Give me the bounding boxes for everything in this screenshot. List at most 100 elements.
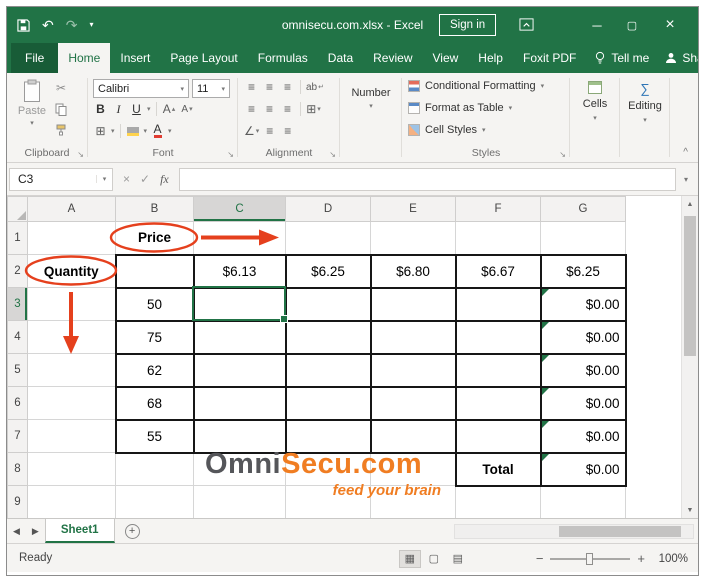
cell-a8[interactable] (27, 452, 116, 486)
cell-c4[interactable] (192, 319, 287, 355)
font-name-combobox[interactable]: Calibri ▾ (93, 79, 189, 98)
number-format-dropdown[interactable]: Number ▾ (347, 87, 395, 110)
column-header-f[interactable]: F (455, 196, 541, 222)
minimize-button[interactable]: ─ (582, 7, 612, 43)
zoom-out-button[interactable]: − (536, 551, 544, 566)
align-middle-button[interactable]: ≡ (262, 79, 277, 95)
align-left-button[interactable]: ≡ (244, 101, 259, 117)
align-right-button[interactable]: ≡ (280, 101, 295, 117)
zoom-slider-thumb[interactable] (586, 552, 594, 565)
cell-d4[interactable] (284, 319, 372, 355)
cell-f3[interactable] (454, 286, 542, 322)
styles-dialog-launcher[interactable]: ↘ (559, 150, 566, 159)
cell-b8[interactable] (115, 452, 194, 486)
cell-b5-quantity[interactable]: 62 (114, 352, 195, 388)
cell-a5[interactable] (27, 353, 116, 387)
column-header-g[interactable]: G (540, 196, 626, 222)
cell-g6-result[interactable]: $0.00 (539, 385, 627, 421)
cell-d1[interactable] (285, 221, 371, 255)
row-header-5[interactable]: 5 (7, 353, 28, 387)
cell-g3-result[interactable]: $0.00 (539, 286, 627, 322)
horizontal-scroll-thumb[interactable] (559, 526, 681, 537)
column-header-a[interactable]: A (27, 196, 116, 222)
page-layout-view-button[interactable]: ▢ (423, 550, 445, 568)
sheet-tab-sheet1[interactable]: Sheet1 (44, 519, 115, 543)
cell-e7[interactable] (369, 418, 457, 454)
cell-f2-price[interactable]: $6.67 (454, 253, 542, 289)
new-sheet-button[interactable]: + (124, 523, 140, 539)
clipboard-dialog-launcher[interactable]: ↘ (77, 150, 84, 159)
increase-indent-button[interactable]: ≡ (280, 123, 295, 139)
column-header-e[interactable]: E (370, 196, 456, 222)
row-header-3[interactable]: 3 (7, 287, 28, 321)
tab-help[interactable]: Help (468, 43, 513, 73)
copy-icon[interactable] (55, 103, 67, 116)
paste-button[interactable]: Paste ▾ (14, 79, 50, 141)
collapse-ribbon-button[interactable]: ^ (683, 147, 688, 158)
cell-g7-result[interactable]: $0.00 (539, 418, 627, 454)
orientation-button[interactable]: ∠ ▾ (244, 123, 259, 139)
alignment-dialog-launcher[interactable]: ↘ (329, 150, 336, 159)
cell-b2[interactable] (114, 253, 195, 289)
cell-e8[interactable] (370, 452, 456, 486)
borders-button[interactable]: ⊞ (93, 123, 108, 139)
horizontal-scrollbar[interactable] (454, 524, 694, 539)
save-icon[interactable] (17, 18, 30, 32)
row-header-1[interactable]: 1 (7, 221, 28, 255)
cell-e1[interactable] (370, 221, 456, 255)
cell-styles-button[interactable]: Cell Styles ▾ (408, 124, 485, 136)
normal-view-button[interactable]: ▦ (398, 549, 421, 568)
tab-data[interactable]: Data (318, 43, 363, 73)
cell-d2-price[interactable]: $6.25 (284, 253, 372, 289)
customize-qat-icon[interactable]: ▾ (89, 21, 93, 29)
cell-b6-quantity[interactable]: 68 (114, 385, 195, 421)
cell-a3[interactable] (27, 287, 116, 321)
cell-f8-total-label[interactable]: Total (454, 451, 542, 487)
cell-d7[interactable] (284, 418, 372, 454)
cell-d8[interactable] (285, 452, 371, 486)
cell-c7[interactable] (192, 418, 287, 454)
editing-button[interactable]: ∑ Editing ▾ (621, 81, 669, 124)
row-header-2[interactable]: 2 (7, 254, 28, 288)
cell-e6[interactable] (369, 385, 457, 421)
cell-a9[interactable] (27, 485, 116, 518)
tab-review[interactable]: Review (363, 43, 422, 73)
insert-function-icon[interactable]: fx (160, 172, 169, 187)
row-header-7[interactable]: 7 (7, 419, 28, 453)
tab-foxit-pdf[interactable]: Foxit PDF (513, 43, 586, 73)
wrap-text-button[interactable]: ab ↵ (306, 79, 324, 95)
cell-b7-quantity[interactable]: 55 (114, 418, 195, 454)
enter-entry-icon[interactable]: ✓ (140, 172, 150, 186)
tab-view[interactable]: View (423, 43, 469, 73)
tab-file[interactable]: File (11, 43, 59, 73)
decrease-font-size-button[interactable]: A ▾ (180, 101, 195, 117)
cell-e3[interactable] (369, 286, 457, 322)
font-dialog-launcher[interactable]: ↘ (227, 150, 234, 159)
column-header-d[interactable]: D (285, 196, 371, 222)
increase-font-size-button[interactable]: A ▴ (162, 101, 177, 117)
column-header-c[interactable]: C (193, 196, 286, 222)
format-as-table-button[interactable]: Format as Table ▾ (408, 102, 512, 114)
name-box[interactable]: C3 ▾ (9, 167, 113, 191)
row-header-4[interactable]: 4 (7, 320, 28, 354)
maximize-button[interactable]: ▢ (617, 7, 647, 43)
align-bottom-button[interactable]: ≡ (280, 79, 295, 95)
cell-d9[interactable] (285, 485, 371, 518)
cell-d3[interactable] (284, 286, 372, 322)
vertical-scroll-thumb[interactable] (684, 216, 696, 356)
ribbon-display-options-icon[interactable] (519, 17, 534, 32)
tell-me-button[interactable]: Tell me (586, 43, 657, 73)
font-size-combobox[interactable]: 11 ▾ (192, 79, 230, 98)
select-all-corner[interactable] (7, 196, 28, 222)
cell-f6[interactable] (454, 385, 542, 421)
tab-formulas[interactable]: Formulas (248, 43, 318, 73)
conditional-formatting-button[interactable]: Conditional Formatting ▾ (408, 80, 544, 92)
cell-e4[interactable] (369, 319, 457, 355)
sign-in-button[interactable]: Sign in (439, 14, 497, 36)
font-color-button[interactable]: A (150, 123, 165, 139)
cell-f4[interactable] (454, 319, 542, 355)
cell-g9[interactable] (540, 485, 626, 518)
tab-insert[interactable]: Insert (110, 43, 160, 73)
scroll-down-icon[interactable]: ▼ (682, 502, 698, 518)
cell-g2-price[interactable]: $6.25 (539, 253, 627, 289)
